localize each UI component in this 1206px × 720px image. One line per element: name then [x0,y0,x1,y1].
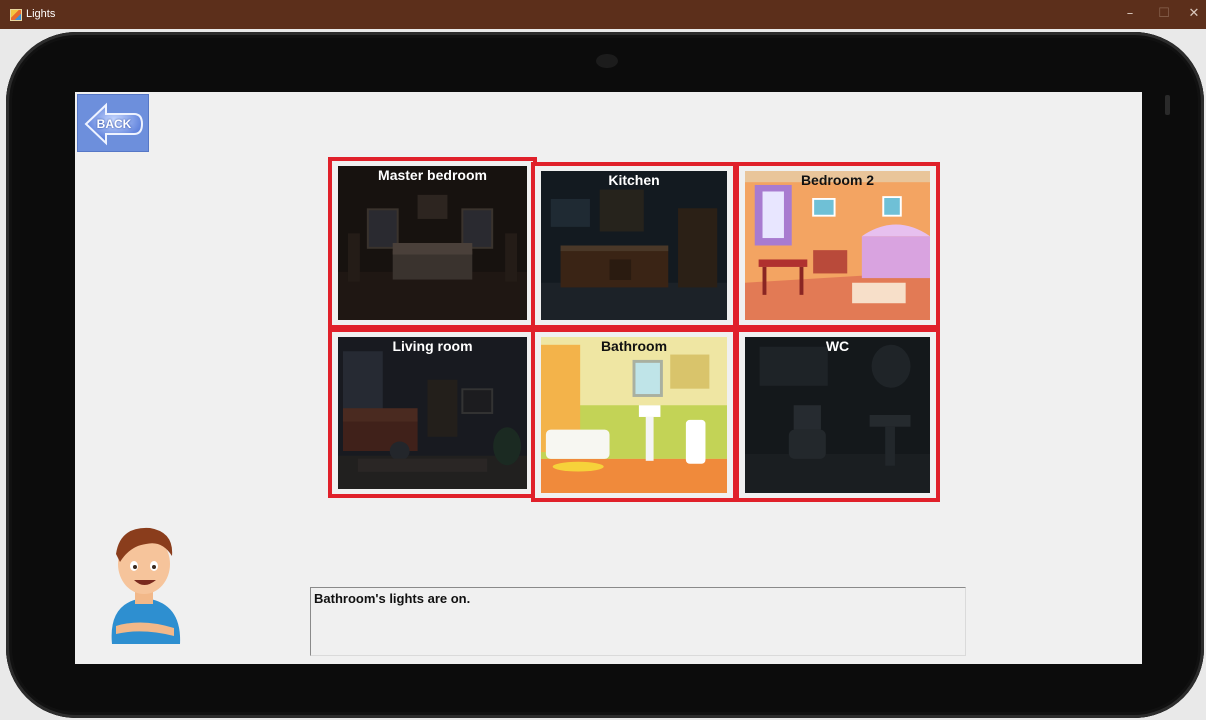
room-tile-bathroom[interactable]: Bathroom [531,328,737,502]
living-room-image [338,337,527,489]
room-tile-living-room[interactable]: Living room [328,328,537,498]
room-label: WC [825,338,850,354]
title-bar: Lights – ☐ ✕ [0,0,1206,29]
status-message: Bathroom's lights are on. [314,591,471,606]
status-box: Bathroom's lights are on. [310,587,966,656]
room-label: Bedroom 2 [800,172,875,188]
tablet-screen: BACK Master bedroom Kitchen Bedroom 2 Li… [75,92,1142,664]
room-label: Kitchen [608,172,660,188]
room-tile-master-bedroom[interactable]: Master bedroom [328,157,537,329]
room-tile-wc[interactable]: WC [735,328,940,502]
room-tile-kitchen[interactable]: Kitchen [531,162,737,329]
room-label: Living room [392,338,473,354]
master-bedroom-image [338,166,527,320]
back-button[interactable]: BACK [77,94,149,152]
bathroom-image [541,337,727,493]
window-title: Lights [26,8,56,20]
app-grid-icon [10,9,22,21]
wc-image [745,337,930,493]
bedroom-2-image [745,171,930,320]
kitchen-image [541,171,727,320]
room-tile-bedroom-2[interactable]: Bedroom 2 [735,162,940,329]
minimize-button[interactable]: – [1119,6,1141,22]
room-label: Master bedroom [378,167,487,183]
boy-mascot-icon [111,527,181,644]
tablet-side-button [1165,95,1170,115]
camera-icon [596,54,618,68]
room-label: Bathroom [600,338,668,354]
back-label: BACK [96,117,132,131]
maximize-button[interactable]: ☐ [1153,6,1175,22]
close-button[interactable]: ✕ [1183,6,1205,22]
